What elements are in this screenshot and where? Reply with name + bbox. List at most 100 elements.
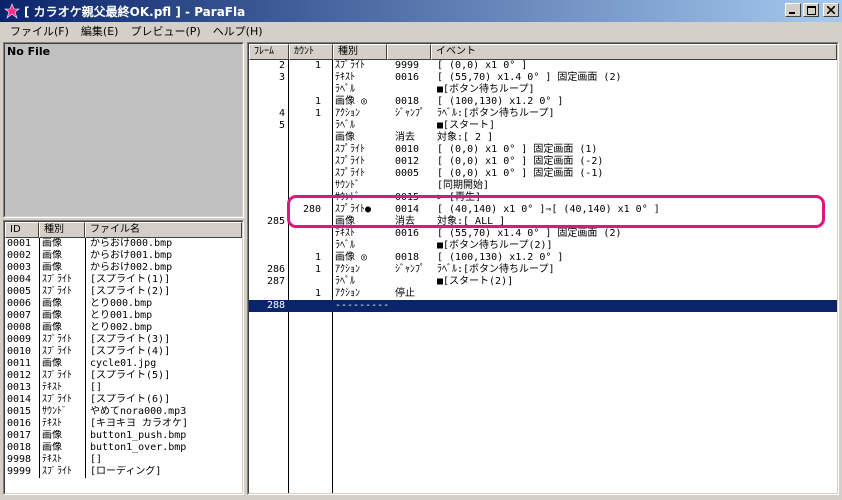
file-type: 画像: [39, 238, 85, 250]
event-type: ｽﾌﾟﾗｲﾄ: [335, 168, 365, 179]
menu-help[interactable]: ヘルプ(H): [207, 23, 269, 39]
event-description: [ (0,0) x1 0° ]: [437, 60, 528, 71]
event-row[interactable]: ｻｳﾝﾄﾞ 0015 > [再生]: [249, 192, 837, 204]
file-row[interactable]: 0003 画像 からおけ002.bmp: [5, 262, 242, 274]
file-row[interactable]: 0004 ｽﾌﾟﾗｲﾄ [スプライト(1)]: [5, 274, 242, 286]
event-code: 0018: [395, 96, 420, 107]
event-row-selected[interactable]: 288 ---------: [249, 300, 837, 312]
event-description: [ (0,0) x1 0° ] 固定画面 (1): [437, 144, 598, 155]
file-type: 画像: [39, 310, 85, 322]
file-row[interactable]: 0005 ｽﾌﾟﾗｲﾄ [スプライト(2)]: [5, 286, 242, 298]
file-name: [ローディング]: [85, 466, 242, 478]
event-description: [同期開始]: [437, 180, 490, 191]
event-row[interactable]: ｽﾌﾟﾗｲﾄ 0005 [ (0,0) x1 0° ] 固定画面 (-1): [249, 168, 837, 180]
file-name: とり001.bmp: [85, 310, 242, 322]
file-name: cycle01.jpg: [85, 358, 242, 370]
event-description: 対象:[ 2 ]: [437, 132, 494, 143]
event-row[interactable]: ｽﾌﾟﾗｲﾄ 0012 [ (0,0) x1 0° ] 固定画面 (-2): [249, 156, 837, 168]
event-row[interactable]: 4 1 ｱｸｼｮﾝ ｼﾞｬﾝﾌﾟ ﾗﾍﾞﾙ:[ボタン待ちループ]: [249, 108, 837, 120]
file-id: 0002: [7, 250, 32, 261]
event-type: ｱｸｼｮﾝ: [335, 264, 360, 275]
file-name: からおけ002.bmp: [85, 262, 242, 274]
column-header-frame[interactable]: ﾌﾚｰﾑ: [249, 44, 289, 60]
event-count: 1: [314, 252, 321, 263]
file-id: 0005: [7, 286, 32, 297]
column-header-id[interactable]: ID: [5, 222, 39, 238]
close-button[interactable]: [823, 3, 839, 17]
file-row[interactable]: 0015 ｻｳﾝﾄﾞ やめてnora000.mp3: [5, 406, 242, 418]
menu-preview[interactable]: プレビュー(P): [124, 23, 206, 39]
file-row[interactable]: 0018 画像 button1_over.bmp: [5, 442, 242, 454]
file-type: ｽﾌﾟﾗｲﾄ: [39, 394, 85, 406]
event-row[interactable]: 286 1 ｱｸｼｮﾝ ｼﾞｬﾝﾌﾟ ﾗﾍﾞﾙ:[ボタン待ちループ]: [249, 264, 837, 276]
event-row[interactable]: 2 1 ｽﾌﾟﾗｲﾄ 9999 [ (0,0) x1 0° ]: [249, 60, 837, 72]
event-row[interactable]: 1 画像 ◎ 0018 [ (100,130) x1.2 0° ]: [249, 252, 837, 264]
event-type: 画像: [335, 132, 355, 143]
file-row[interactable]: 0013 ﾃｷｽﾄ[]: [5, 382, 242, 394]
event-row[interactable]: 3 ﾃｷｽﾄ 0016 [ (55,70) x1.4 0° ] 固定画面 (2): [249, 72, 837, 84]
event-description: ■[ボタン待ちループ(2)]: [437, 240, 553, 251]
event-description: ﾗﾍﾞﾙ:[ボタン待ちループ]: [437, 108, 555, 119]
file-name: [スプライト(6)]: [85, 394, 242, 406]
event-row[interactable]: 287 ﾗﾍﾞﾙ ■[スタート(2)]: [249, 276, 837, 288]
preview-panel[interactable]: No File: [3, 42, 244, 218]
file-row[interactable]: 0010 ｽﾌﾟﾗｲﾄ [スプライト(4)]: [5, 346, 242, 358]
event-row[interactable]: 5 ﾗﾍﾞﾙ ■[スタート]: [249, 120, 837, 132]
event-row[interactable]: ﾗﾍﾞﾙ ■[ボタン待ちループ]: [249, 84, 837, 96]
column-header-filename[interactable]: ファイル名: [85, 222, 242, 238]
file-name: やめてnora000.mp3: [85, 406, 242, 418]
column-header-type[interactable]: 種別: [39, 222, 85, 238]
menu-file[interactable]: ファイル(F): [4, 23, 75, 39]
event-description: > [再生]: [437, 192, 482, 203]
column-header-code[interactable]: [387, 44, 431, 60]
file-row[interactable]: 0009 ｽﾌﾟﾗｲﾄ [スプライト(3)]: [5, 334, 242, 346]
event-type: ｻｳﾝﾄﾞ: [335, 192, 360, 203]
file-row[interactable]: 9999 ｽﾌﾟﾗｲﾄ [ローディング]: [5, 466, 242, 478]
event-list-panel[interactable]: ﾌﾚｰﾑ ｶｳﾝﾄ 種別 イベント 2 1 ｽﾌﾟﾗｲﾄ 9999 [ (0,0) x1…: [247, 42, 839, 495]
file-name: とり000.bmp: [85, 298, 242, 310]
event-description: ■[スタート]: [437, 120, 496, 131]
event-row[interactable]: ﾗﾍﾞﾙ ■[ボタン待ちループ(2)]: [249, 240, 837, 252]
file-type: ｽﾌﾟﾗｲﾄ: [39, 370, 85, 382]
file-id: 0017: [7, 430, 32, 441]
file-row[interactable]: 0001 画像 からおけ000.bmp: [5, 238, 242, 250]
title-bar[interactable]: [ カラオケ親父最終OK.pfl ] - ParaFla: [0, 0, 842, 22]
file-type: ｽﾌﾟﾗｲﾄ: [39, 466, 85, 478]
event-code: 停止: [395, 288, 415, 299]
column-header-type[interactable]: 種別: [333, 44, 387, 60]
event-row[interactable]: ｽﾌﾟﾗｲﾄ 0010 [ (0,0) x1 0° ] 固定画面 (1): [249, 144, 837, 156]
event-code: 消去: [395, 216, 415, 227]
file-row[interactable]: 0008 画像 とり002.bmp: [5, 322, 242, 334]
file-name: とり002.bmp: [85, 322, 242, 334]
event-row[interactable]: 1 ｱｸｼｮﾝ 停止: [249, 288, 837, 300]
file-row[interactable]: 0012 ｽﾌﾟﾗｲﾄ [スプライト(5)]: [5, 370, 242, 382]
event-code: 0014: [395, 204, 420, 215]
file-row[interactable]: 0007 画像 とり001.bmp: [5, 310, 242, 322]
event-row[interactable]: ﾃｷｽﾄ 0016 [ (55,70) x1.4 0° ] 固定画面 (2): [249, 228, 837, 240]
file-row[interactable]: 0016 ﾃｷｽﾄ [キヨキヨ カラオケ]: [5, 418, 242, 430]
file-row[interactable]: 0002 画像 からおけ001.bmp: [5, 250, 242, 262]
file-type: 画像: [39, 358, 85, 370]
file-row[interactable]: 0014 ｽﾌﾟﾗｲﾄ [スプライト(6)]: [5, 394, 242, 406]
file-row[interactable]: 9998 ﾃｷｽﾄ[]: [5, 454, 242, 466]
file-row[interactable]: 0006 画像 とり000.bmp: [5, 298, 242, 310]
file-list-panel[interactable]: ID 種別 ファイル名 0001 画像 からおけ000.bmp 0002 画像 からおけ0…: [3, 220, 244, 495]
file-type: 画像: [39, 298, 85, 310]
maximize-button[interactable]: [803, 3, 819, 17]
file-id: 9998: [7, 454, 32, 465]
event-type: ﾗﾍﾞﾙ: [335, 240, 355, 251]
event-row[interactable]: 285 画像 消去 対象:[ ALL ]: [249, 216, 837, 228]
file-id: 0015: [7, 406, 32, 417]
file-row[interactable]: 0011 画像 cycle01.jpg: [5, 358, 242, 370]
event-row[interactable]: 280 ｽﾌﾟﾗｲﾄ● 0014 [ (40,140) x1 0° ]⇒[ (40,1…: [249, 204, 837, 216]
event-row[interactable]: 1 画像 ◎ 0018 [ (100,130) x1.2 0° ]: [249, 96, 837, 108]
file-id: 0008: [7, 322, 32, 333]
minimize-button[interactable]: [785, 3, 801, 17]
menu-edit[interactable]: 編集(E): [75, 23, 125, 39]
column-header-event[interactable]: イベント: [431, 44, 837, 60]
preview-status: No File: [7, 45, 51, 58]
event-row[interactable]: 画像 消去 対象:[ 2 ]: [249, 132, 837, 144]
event-row[interactable]: ｻｳﾝﾄﾞ [同期開始]: [249, 180, 837, 192]
file-row[interactable]: 0017 画像 button1_push.bmp: [5, 430, 242, 442]
column-header-count[interactable]: ｶｳﾝﾄ: [289, 44, 333, 60]
